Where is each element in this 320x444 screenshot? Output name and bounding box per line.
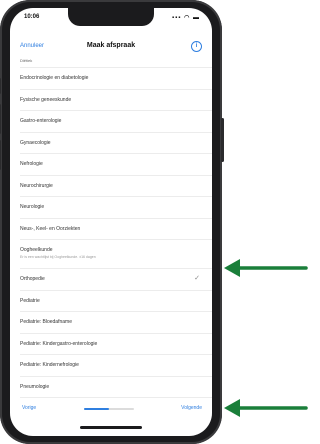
list-item[interactable]: Neus-, Keel- en Oorziekten	[20, 219, 212, 240]
list-item[interactable]: Gastro-enterologie	[20, 111, 212, 133]
list-item[interactable]: Gynaecologie	[20, 133, 212, 154]
list-item-subtitle: Er is een wachtlijst bij Oogheelkunde. ±…	[20, 255, 96, 259]
nav-bar: Annuleer Maak afspraak i	[10, 38, 212, 58]
list-item[interactable]: Pediatrie: Kindernefrologie	[20, 355, 212, 377]
list-item[interactable]: Nefrologie	[20, 154, 212, 176]
list-item-label: Gastro-enterologie	[20, 118, 62, 124]
phone-screen: 10:06 ▪▪▪ ◠ ▬ Annuleer Maak afspraak i D…	[10, 8, 212, 436]
status-time: 10:06	[24, 14, 40, 20]
status-icons: ▪▪▪ ◠ ▬	[172, 15, 200, 21]
list-item-label: Pediatrie	[20, 297, 40, 304]
list-item-label: Pediatrie: Kindernefrologie	[20, 362, 79, 368]
next-button[interactable]: Volgende	[181, 405, 202, 411]
list-item[interactable]: Neurologie	[20, 197, 212, 219]
list-item[interactable]: Pneumologie	[20, 377, 212, 398]
list-item-label: Neurochirurgie	[20, 182, 53, 189]
list-item[interactable]: Oogheelkunde Er is een wachtlijst bij Oog…	[20, 240, 212, 269]
page-title: Maak afspraak	[86, 42, 136, 49]
specialty-list: Diëtiek Endocrinologie en diabetologie Fys…	[10, 58, 212, 398]
list-item[interactable]: Pediatrie: Kindergastro-enterologie	[20, 334, 212, 355]
info-icon[interactable]: i	[191, 41, 202, 52]
list-item-label: Neurologie	[20, 204, 45, 210]
list-item[interactable]: Pediatrie: Bloedafname	[20, 312, 212, 334]
list-item-label: Oogheelkunde	[20, 247, 53, 253]
list-item-label: Neus-, Keel- en Oorziekten	[20, 225, 81, 232]
previous-button[interactable]: Vorige	[22, 405, 36, 411]
list-item-label: Orthopedie	[20, 276, 45, 282]
list-item-label: Endocrinologie en diabetologie	[20, 75, 89, 81]
progress-fill	[84, 408, 109, 410]
status-bar: 10:06 ▪▪▪ ◠ ▬	[10, 12, 212, 24]
list-item[interactable]: Fysische geneeskunde	[20, 90, 212, 111]
checkmark-icon: ✓	[194, 275, 200, 282]
progress-bar	[84, 408, 134, 410]
list-item-label: Gynaecologie	[20, 139, 51, 146]
list-item-selected[interactable]: Orthopedie ✓	[20, 269, 212, 291]
list-item[interactable]: Neurochirurgie	[20, 176, 212, 197]
list-item[interactable]: Diëtiek	[20, 58, 212, 68]
arrow-icon-selected-row	[224, 259, 308, 277]
side-button-left-3	[0, 140, 1, 170]
side-button-left-1	[0, 78, 1, 94]
list-item-label: Pediatrie: Kindergastro-enterologie	[20, 340, 98, 347]
list-item-label: Nefrologie	[20, 161, 43, 167]
side-button-right	[221, 118, 224, 162]
side-button-left-2	[0, 104, 1, 134]
bottom-bar: Vorige Volgende	[10, 400, 212, 420]
list-item-label: Pediatrie: Bloedafname	[20, 319, 72, 325]
phone-frame: 10:06 ▪▪▪ ◠ ▬ Annuleer Maak afspraak i D…	[0, 0, 224, 444]
list-item[interactable]: Endocrinologie en diabetologie	[20, 68, 212, 90]
home-indicator	[80, 426, 142, 429]
list-item-label: Pneumologie	[20, 383, 50, 390]
list-item-label: Diëtiek	[20, 58, 33, 63]
list-item-label: Fysische geneeskunde	[20, 96, 72, 103]
list-item[interactable]: Pediatrie	[20, 291, 212, 312]
arrow-icon-bottom-bar	[224, 399, 308, 417]
